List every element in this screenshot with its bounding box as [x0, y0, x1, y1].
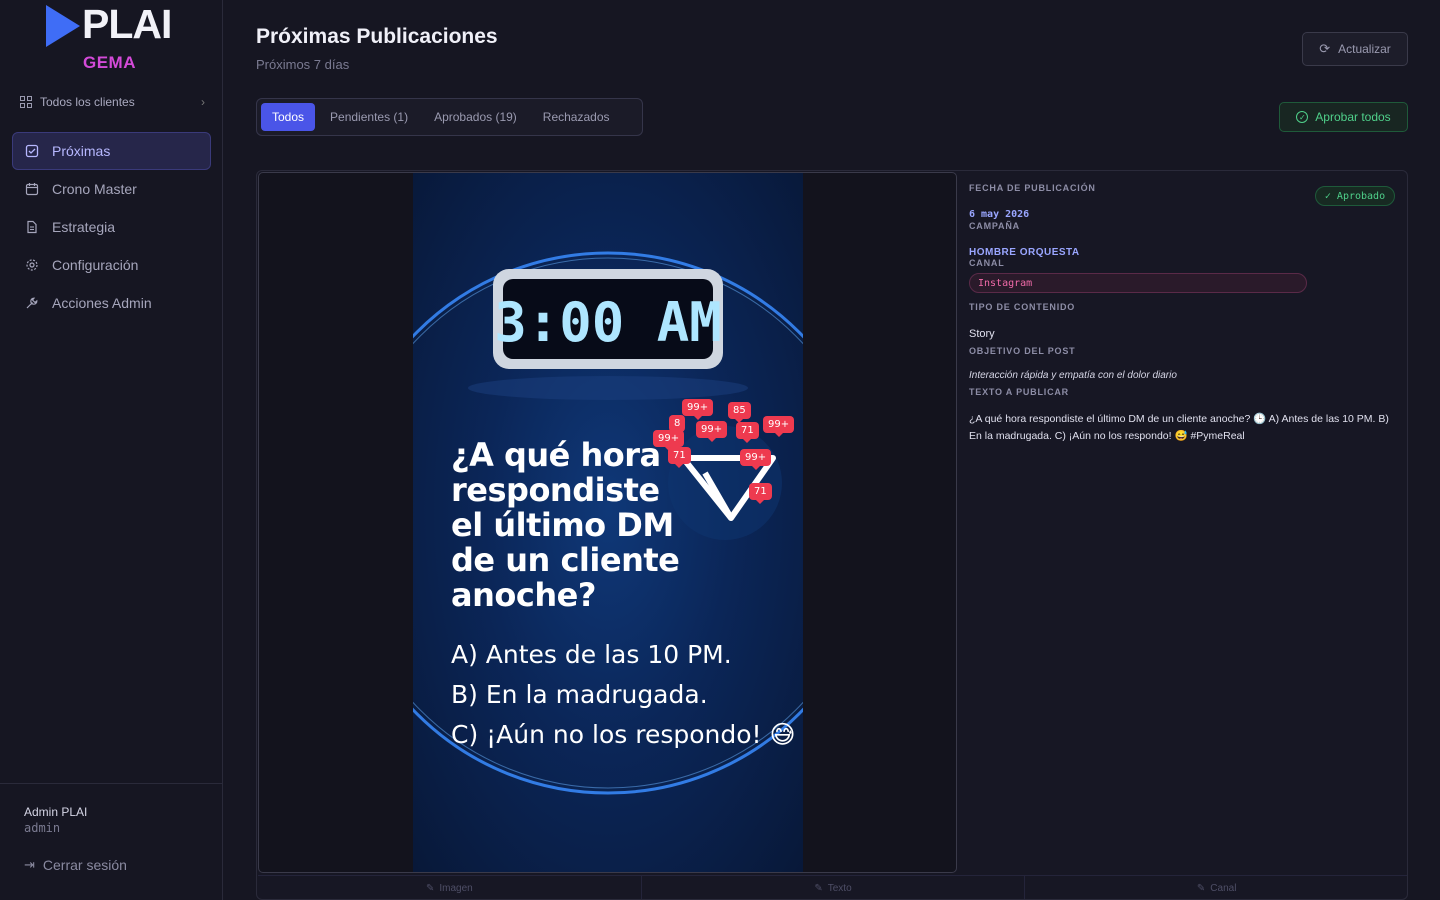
sidebar-item-label: Crono Master — [52, 181, 137, 197]
logo-subtitle: GEMA — [83, 53, 136, 72]
document-icon — [25, 220, 39, 234]
logo-text: PLAI — [82, 1, 172, 47]
notification-badge: 71 — [749, 483, 772, 504]
tab-rechazados[interactable]: Rechazados — [532, 103, 621, 131]
sidebar-item-acciones-admin[interactable]: Acciones Admin — [12, 284, 211, 322]
edit-image-label: Imagen — [439, 883, 473, 894]
refresh-label: Actualizar — [1338, 42, 1391, 56]
story-question: ¿A qué hora respondiste el último DM de … — [451, 436, 680, 614]
sidebar-item-label: Estrategia — [52, 219, 116, 235]
publish-date: 6 may 2026 — [969, 209, 1030, 220]
edit-channel-button[interactable]: ✎ Canal — [1025, 876, 1407, 899]
pencil-icon: ✎ — [425, 883, 435, 894]
notification-badge: 99+ — [740, 449, 772, 470]
client-selector[interactable]: Todos los clientes › — [20, 92, 205, 112]
pencil-icon: ✎ — [814, 883, 823, 894]
edit-text-button[interactable]: ✎ Texto — [642, 876, 1026, 899]
campaign-label: CAMPAÑA — [969, 221, 1020, 231]
play-logo-icon — [46, 5, 80, 47]
status-badge: ✓ Aprobado — [1315, 186, 1395, 206]
objective-value: Interacción rápida y empatía con el dolo… — [969, 370, 1177, 381]
clock-time: 3:00 AM — [494, 291, 722, 354]
notification-badge: 71 — [736, 422, 759, 443]
chevron-right-icon: › — [201, 95, 205, 109]
refresh-icon: ⟳ — [1319, 41, 1331, 56]
page-subtitle: Próximos 7 días — [256, 57, 350, 72]
story-image: 3:00 AM 99+ 85 8 99+ 71 99+ 99+ 71 99+ 7… — [413, 173, 803, 872]
sidebar-nav: Próximas Crono Master Estrategia Configu… — [12, 132, 211, 322]
date-label: FECHA DE PUBLICACIÓN — [969, 183, 1096, 193]
objective-label: OBJETIVO DEL POST — [969, 346, 1076, 356]
story-option: C) ¡Aún no los respondo! 😅 — [451, 720, 796, 749]
sidebar: PLAI GEMA Todos los clientes › Próximas … — [0, 0, 223, 900]
story-option: B) En la madrugada. — [451, 680, 708, 709]
calendar-icon — [25, 182, 39, 196]
logout-label: Cerrar sesión — [42, 857, 127, 873]
sidebar-item-label: Acciones Admin — [52, 295, 152, 311]
wrench-icon — [25, 296, 39, 310]
sidebar-item-crono-master[interactable]: Crono Master — [12, 170, 211, 208]
edit-image-button[interactable]: ✎ Imagen — [258, 876, 642, 899]
sidebar-item-label: Próximas — [52, 143, 111, 159]
story-option: A) Antes de las 10 PM. — [451, 640, 732, 669]
logout-icon: ⇥ — [24, 857, 35, 872]
client-selector-label: Todos los clientes — [40, 95, 135, 109]
tab-todos[interactable]: Todos — [261, 103, 316, 131]
notification-badge: 85 — [728, 402, 751, 423]
edit-text-label: Texto — [827, 883, 852, 894]
grid-icon — [20, 96, 32, 108]
user-name: Admin PLAI — [24, 805, 88, 819]
campaign-value: HOMBRE ORQUESTA — [969, 247, 1080, 258]
content-type-label: TIPO DE CONTENIDO — [969, 302, 1076, 312]
plai-logo: PLAI GEMA — [44, 1, 194, 73]
notification-badge: 99+ — [696, 421, 728, 442]
check-circle-icon: ✓ — [1296, 111, 1309, 123]
card-footer: ✎ Imagen ✎ Texto ✎ Canal — [258, 875, 1407, 899]
tab-pendientes[interactable]: Pendientes (1) — [319, 103, 419, 131]
sidebar-item-configuracion[interactable]: Configuración — [12, 246, 211, 284]
post-card: 3:00 AM 99+ 85 8 99+ 71 99+ 99+ 71 99+ 7… — [256, 170, 1408, 900]
notification-badge: 99+ — [763, 416, 795, 437]
channel-label: CANAL — [969, 258, 1005, 268]
sidebar-item-estrategia[interactable]: Estrategia — [12, 208, 211, 246]
gear-icon — [25, 258, 39, 272]
channel-pill: Instagram — [969, 273, 1307, 293]
sidebar-divider — [0, 783, 223, 784]
logout-button[interactable]: ⇥ Cerrar sesión — [24, 857, 127, 873]
filter-tabs: Todos Pendientes (1) Aprobados (19) Rech… — [256, 98, 643, 136]
sidebar-item-label: Configuración — [52, 257, 139, 273]
approve-all-label: Aprobar todos — [1315, 110, 1391, 124]
edit-channel-label: Canal — [1210, 883, 1237, 894]
post-text-label: TEXTO A PUBLICAR — [969, 387, 1069, 397]
pencil-icon: ✎ — [1196, 883, 1206, 894]
tab-aprobados[interactable]: Aprobados (19) — [423, 103, 528, 131]
page-title: Próximas Publicaciones — [256, 25, 498, 48]
sidebar-item-proximas[interactable]: Próximas — [12, 132, 211, 170]
post-text-value: ¿A qué hora respondiste el último DM de … — [969, 413, 1389, 442]
calendar-check-icon — [25, 144, 39, 158]
approve-all-button[interactable]: ✓ Aprobar todos — [1279, 102, 1408, 132]
content-type-value: Story — [969, 328, 995, 340]
post-image-frame[interactable]: 3:00 AM 99+ 85 8 99+ 71 99+ 99+ 71 99+ 7… — [258, 172, 957, 873]
refresh-button[interactable]: ⟳ Actualizar — [1302, 32, 1408, 66]
user-role: admin — [24, 821, 61, 835]
notification-badge: 99+ — [682, 399, 714, 420]
